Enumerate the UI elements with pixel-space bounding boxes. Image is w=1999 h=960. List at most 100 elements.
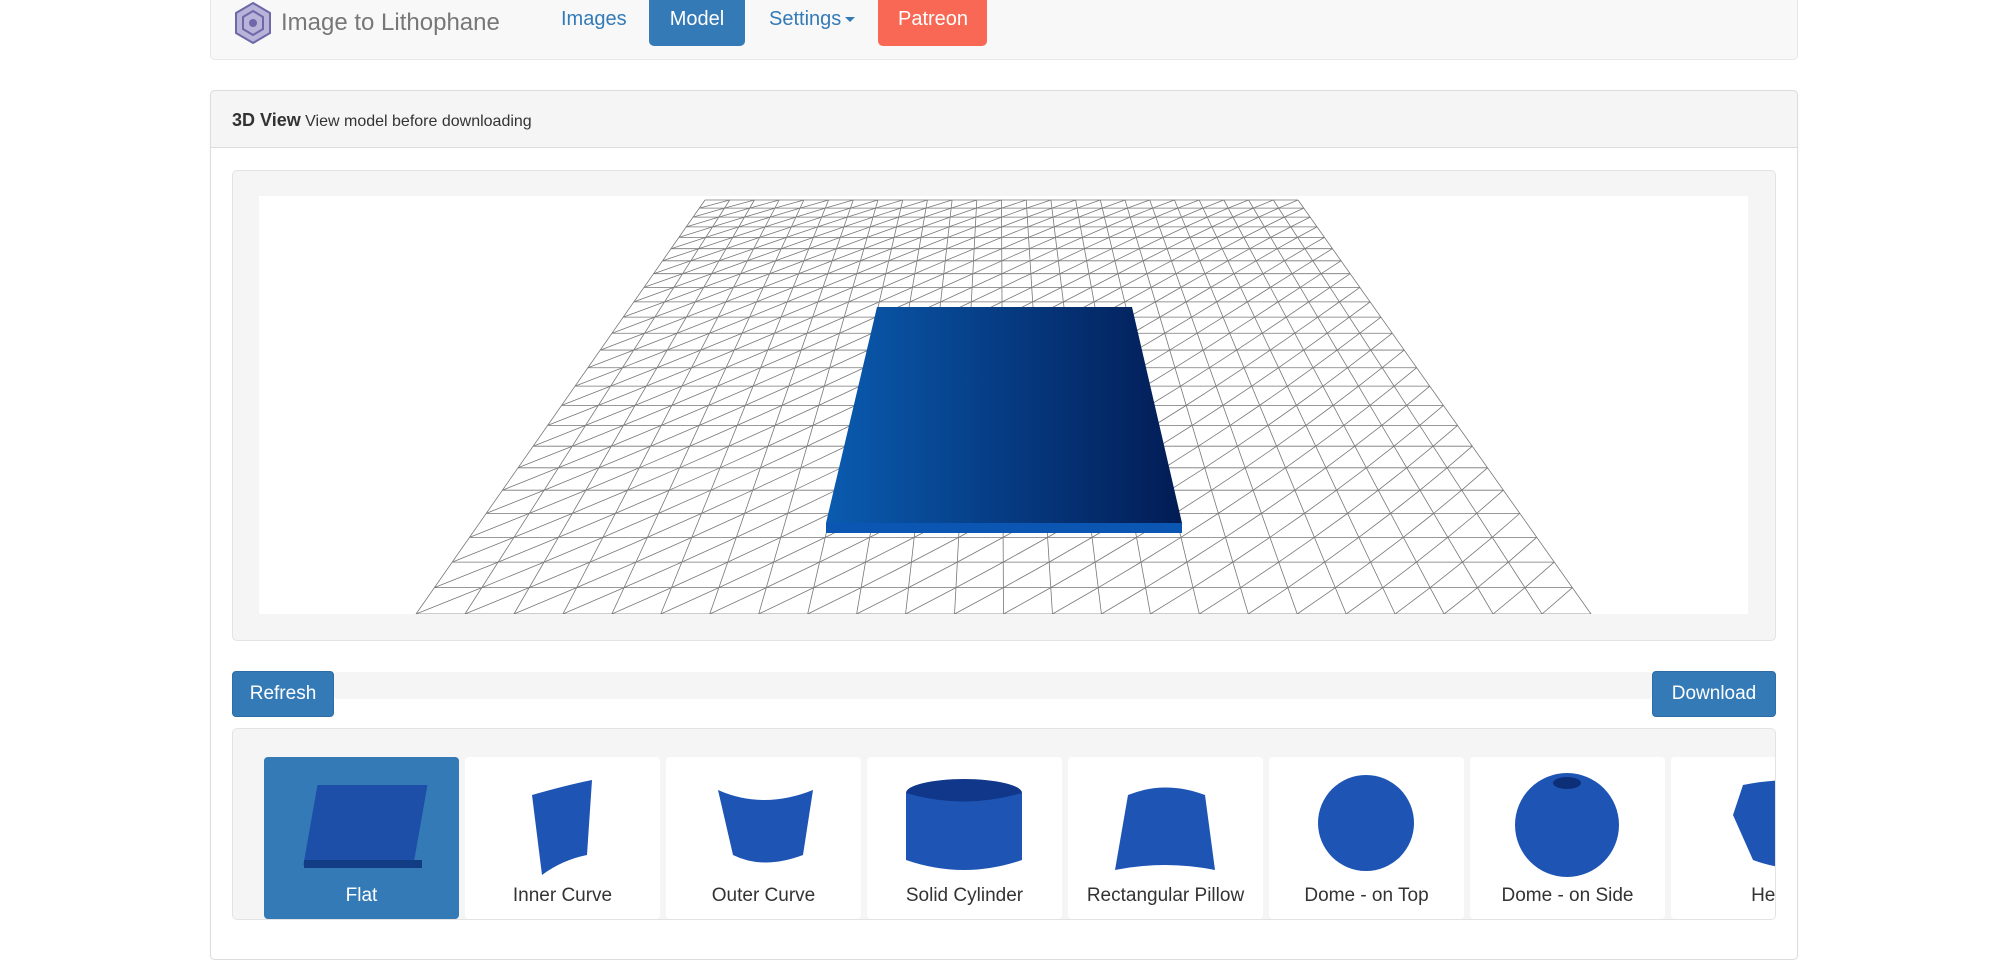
grid-line [954, 587, 1004, 615]
shape-option[interactable]: Dome - on Top [1269, 757, 1464, 919]
grid-line [1261, 489, 1296, 514]
nav-settings[interactable]: Settings [749, 0, 875, 46]
shape-option[interactable]: Rectangular Pillow [1068, 757, 1263, 919]
grid-line [1232, 207, 1254, 218]
grid-line [1003, 561, 1050, 589]
shape-option[interactable]: Solid Cylinder [867, 757, 1062, 919]
grid-line [950, 207, 977, 218]
grid-line [1058, 248, 1085, 262]
grid-line [1329, 273, 1351, 288]
grid-line [1159, 301, 1187, 318]
grid-line [529, 489, 586, 514]
grid-line [832, 248, 865, 262]
grid-line [1270, 273, 1293, 288]
grid-line [1278, 537, 1315, 563]
grid-line [856, 260, 889, 275]
grid-line [1476, 489, 1504, 514]
grid-line [942, 273, 973, 288]
grid-line [1462, 537, 1493, 563]
grid-line [532, 425, 586, 447]
grid-line [502, 467, 559, 491]
grid-line [918, 237, 949, 250]
grid-line [1059, 260, 1087, 275]
nav-patreon[interactable]: Patreon [878, 0, 987, 46]
grid-line [1154, 405, 1187, 426]
grid-line [1204, 260, 1229, 275]
shape-preview-icon [718, 790, 813, 863]
grid-line [908, 561, 958, 589]
shape-preview-icon [1115, 787, 1215, 870]
nav-images[interactable]: Images [541, 0, 647, 46]
grid-line [486, 489, 545, 514]
grid-line [543, 467, 599, 491]
nav-model[interactable]: Model [649, 0, 745, 46]
grid-line [709, 199, 854, 615]
grid-line [946, 237, 975, 250]
download-button[interactable]: Download [1652, 671, 1776, 717]
grid-line [865, 536, 915, 563]
grid-line [1304, 237, 1325, 250]
grid-line [1198, 199, 1396, 615]
grid-line [639, 445, 690, 469]
grid-line [1314, 513, 1348, 538]
grid-line [1185, 216, 1208, 228]
grid-line [1269, 332, 1295, 351]
shape-option[interactable]: Hea [1671, 757, 1775, 919]
grid-line [690, 248, 727, 262]
grid-line [1222, 301, 1248, 318]
grid-line [1145, 561, 1188, 588]
grid-line [1284, 248, 1306, 262]
brand[interactable]: Image to Lithophane [233, 0, 500, 46]
grid-line [650, 425, 700, 447]
grid-line [644, 316, 687, 334]
grid-line [1199, 587, 1241, 615]
grid-line [875, 199, 903, 209]
grid-line [818, 385, 861, 406]
3d-canvas[interactable] [259, 196, 1748, 615]
grid-line [1492, 513, 1521, 538]
shape-option[interactable]: Dome - on Side [1470, 757, 1665, 919]
grid-line [974, 226, 1002, 238]
grid-line [1229, 316, 1255, 334]
grid-line [1029, 248, 1058, 262]
grid-line [600, 332, 645, 351]
grid-line [1102, 199, 1126, 209]
grid-line [940, 287, 973, 303]
grid-line [513, 513, 573, 538]
grid-line [1180, 513, 1219, 538]
grid-line [1180, 273, 1206, 288]
grid-line [1336, 332, 1361, 351]
grid-line [1227, 248, 1250, 262]
grid-line [824, 367, 865, 387]
grid-line [1443, 587, 1478, 615]
grid-line [1001, 207, 1027, 218]
grid-line [1248, 587, 1289, 615]
grid-line [1508, 537, 1538, 563]
grid-line [1394, 587, 1431, 615]
grid-line [574, 367, 623, 387]
grid-line [744, 489, 795, 514]
grid-line [1297, 199, 1592, 615]
grid-line [1124, 287, 1152, 303]
refresh-button[interactable]: Refresh [232, 671, 334, 717]
shape-option[interactable]: Inner Curve [465, 757, 660, 919]
shape-option[interactable]: Outer Curve [666, 757, 861, 919]
grid-line [825, 199, 854, 209]
grid-line [1155, 207, 1178, 218]
grid-line [547, 405, 599, 426]
grid-line [1132, 216, 1157, 228]
grid-line [1297, 587, 1336, 615]
grid-line [1284, 207, 1304, 218]
grid-line [452, 536, 515, 563]
shape-option[interactable]: Flat [264, 757, 459, 919]
grid-line [799, 199, 829, 209]
grid-line [1175, 489, 1212, 514]
grid-line [1461, 467, 1488, 491]
grid-line [1139, 237, 1164, 250]
grid-line [572, 489, 628, 514]
grid-line [1339, 287, 1361, 303]
grid-line [1218, 489, 1254, 514]
grid-line [664, 287, 704, 303]
grid-line [1192, 561, 1234, 588]
grid-line [1001, 199, 1027, 209]
